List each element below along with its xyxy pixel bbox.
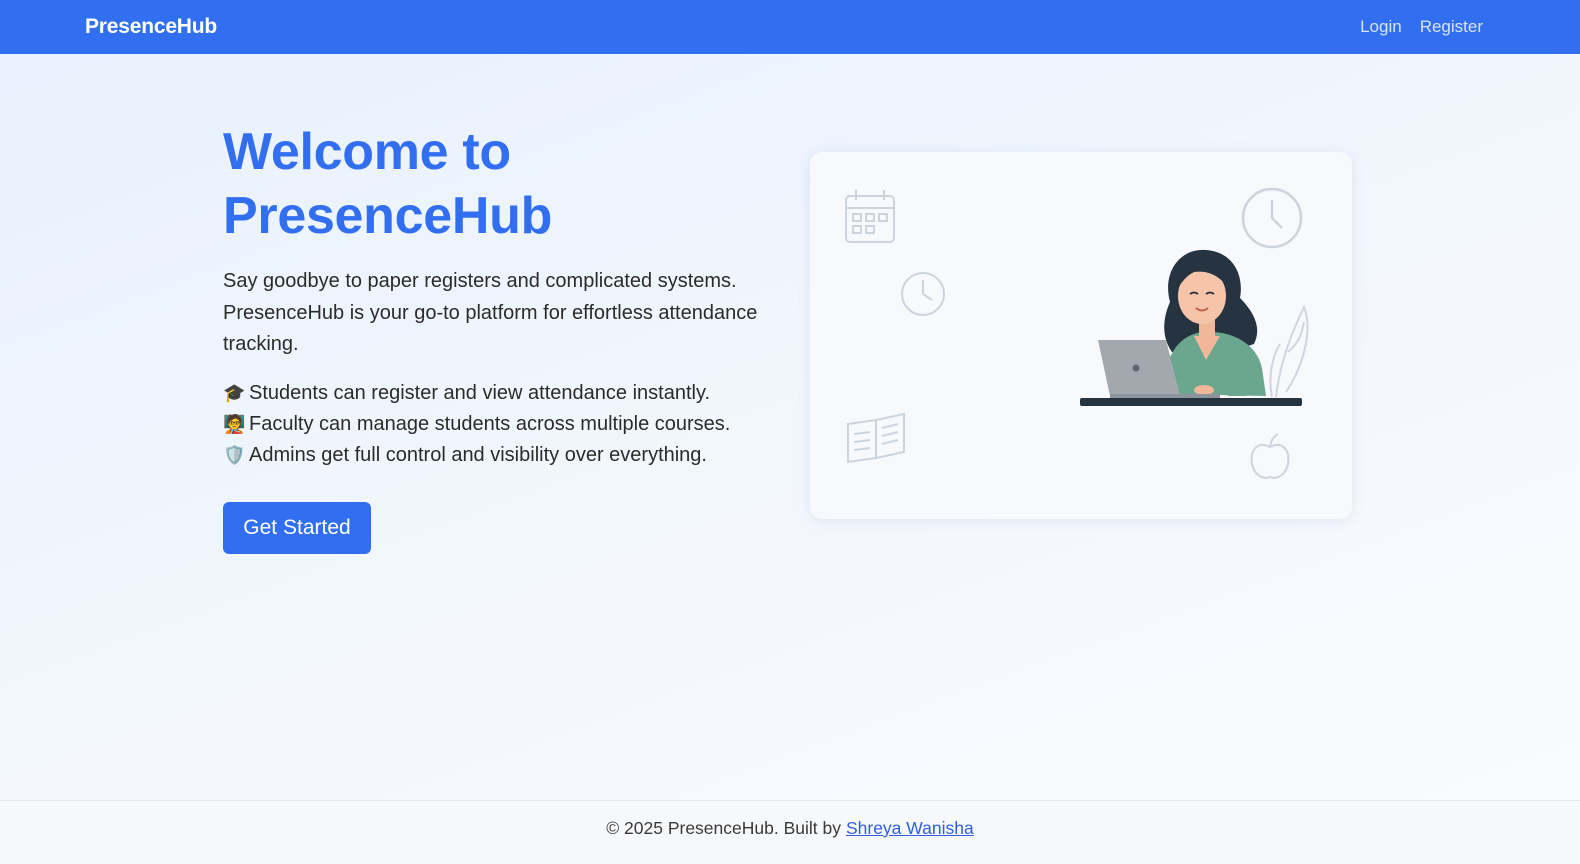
hero-description: Say goodbye to paper registers and compl… xyxy=(223,270,758,355)
small-clock-icon xyxy=(901,272,945,316)
hero-title-line-1: Welcome to xyxy=(223,123,511,181)
apple-icon xyxy=(1250,433,1290,479)
top-navbar: PresenceHub Login Register xyxy=(0,0,1580,54)
feature-text: Faculty can manage students across multi… xyxy=(249,412,731,435)
hero-title: Welcome to PresenceHub xyxy=(223,120,783,248)
author-link[interactable]: Shreya Wanisha xyxy=(846,818,974,839)
feature-item-faculty: 🧑‍🏫 Faculty can manage students across m… xyxy=(223,409,783,440)
hero-text-block: Welcome to PresenceHub Say goodbye to pa… xyxy=(223,120,783,471)
brand-logo[interactable]: PresenceHub xyxy=(85,15,217,39)
get-started-button[interactable]: Get Started xyxy=(223,502,371,554)
feature-text: Admins get full control and visibility o… xyxy=(249,443,707,466)
clock-icon xyxy=(1241,187,1303,249)
graduation-cap-icon: 🎓 xyxy=(223,382,246,403)
teacher-icon: 🧑‍🏫 xyxy=(223,413,246,434)
feature-list: 🎓 Students can register and view attenda… xyxy=(223,378,783,471)
feature-text: Students can register and view attendanc… xyxy=(249,381,711,404)
nav-links: Login Register xyxy=(1360,17,1483,37)
register-link[interactable]: Register xyxy=(1420,17,1483,37)
feature-item-students: 🎓 Students can register and view attenda… xyxy=(223,378,783,409)
footer-text: © 2025 PresenceHub. Built by xyxy=(606,818,841,838)
illustration-card xyxy=(810,152,1352,519)
book-icon xyxy=(847,412,905,464)
login-link[interactable]: Login xyxy=(1360,17,1402,37)
shield-icon: 🛡️ xyxy=(223,444,246,465)
calendar-icon xyxy=(845,190,895,243)
woman-figure xyxy=(1164,249,1266,396)
feature-item-admins: 🛡️ Admins get full control and visibilit… xyxy=(223,440,783,471)
desk xyxy=(1080,398,1302,406)
illustration xyxy=(845,187,1309,479)
page-footer: © 2025 PresenceHub. Built by Shreya Wani… xyxy=(0,800,1580,864)
hero-title-line-2: PresenceHub xyxy=(223,187,553,245)
plant-icon xyxy=(1269,304,1309,398)
hero-section: Welcome to PresenceHub Say goodbye to pa… xyxy=(0,54,1580,800)
